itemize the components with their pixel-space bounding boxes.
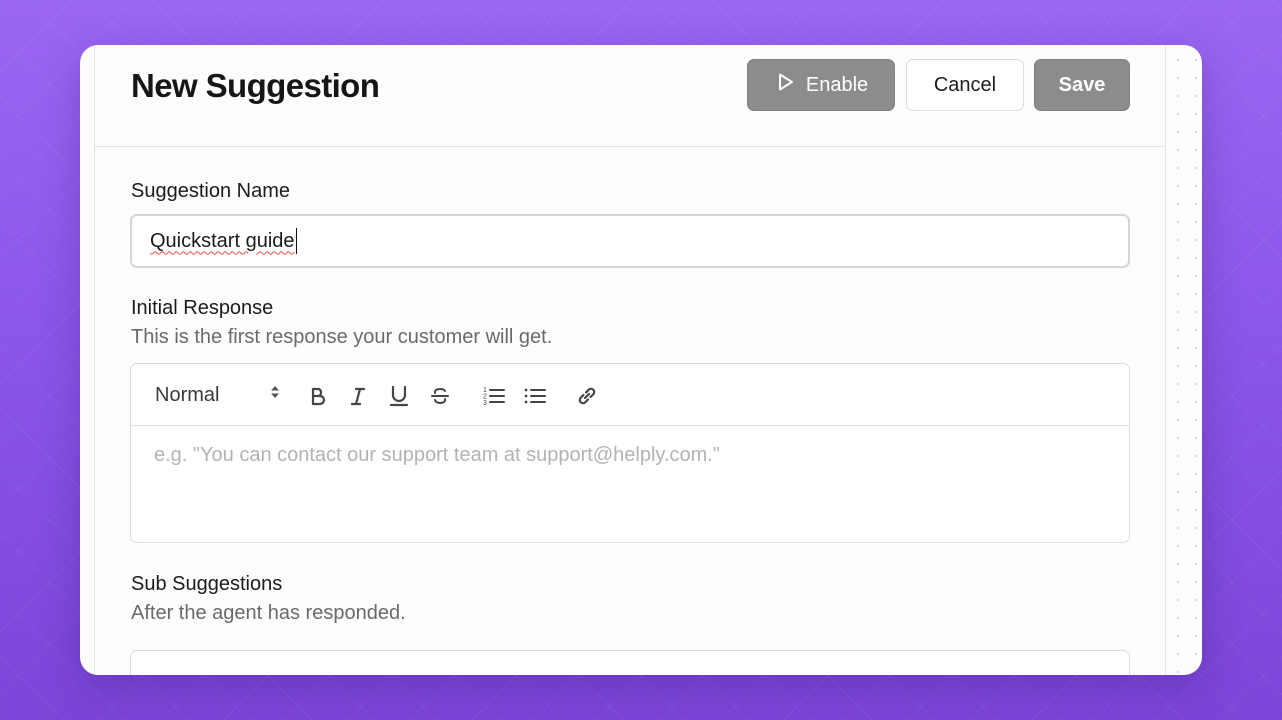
editor-panel: New Suggestion Enable Cancel Save Sugges… xyxy=(94,45,1166,675)
underline-icon[interactable] xyxy=(385,382,413,410)
strikethrough-icon[interactable] xyxy=(426,382,454,410)
select-arrows-icon xyxy=(269,383,281,407)
page-title: New Suggestion xyxy=(131,67,380,104)
suggestion-name-value: Quickstart guide xyxy=(150,229,295,252)
text-format-select[interactable]: Normal xyxy=(155,382,281,408)
italic-icon[interactable] xyxy=(344,382,372,410)
initial-response-editor[interactable]: Normal 123 e.g. "You can contact our sup… xyxy=(130,363,1130,543)
text-format-value: Normal xyxy=(155,383,220,406)
sub-suggestions-helper: After the agent has responded. xyxy=(131,602,406,624)
editor-placeholder: e.g. "You can contact our support team a… xyxy=(154,444,720,466)
bullet-list-icon[interactable] xyxy=(521,382,549,410)
cancel-button[interactable]: Cancel xyxy=(906,59,1024,111)
initial-response-helper: This is the first response your customer… xyxy=(131,326,553,348)
sub-suggestions-box[interactable] xyxy=(130,650,1130,675)
sub-suggestions-label: Sub Suggestions xyxy=(131,573,283,595)
link-icon[interactable] xyxy=(573,382,601,410)
play-icon xyxy=(774,71,796,99)
initial-response-label: Initial Response xyxy=(131,297,274,319)
suggestion-editor-card: New Suggestion Enable Cancel Save Sugges… xyxy=(80,45,1202,675)
save-button[interactable]: Save xyxy=(1034,59,1130,111)
enable-button-label: Enable xyxy=(805,73,869,96)
suggestion-name-label: Suggestion Name xyxy=(131,180,290,202)
side-dotted-panel xyxy=(1165,45,1202,675)
enable-button[interactable]: Enable xyxy=(747,59,895,111)
text-caret xyxy=(295,228,297,254)
ordered-list-icon[interactable]: 123 xyxy=(480,382,508,410)
svg-text:3: 3 xyxy=(483,400,487,407)
editor-toolbar: Normal 123 xyxy=(131,364,1129,426)
suggestion-name-input[interactable]: Quickstart guide xyxy=(130,214,1130,268)
panel-header: New Suggestion Enable Cancel Save xyxy=(95,45,1165,147)
bold-icon[interactable] xyxy=(304,382,332,410)
